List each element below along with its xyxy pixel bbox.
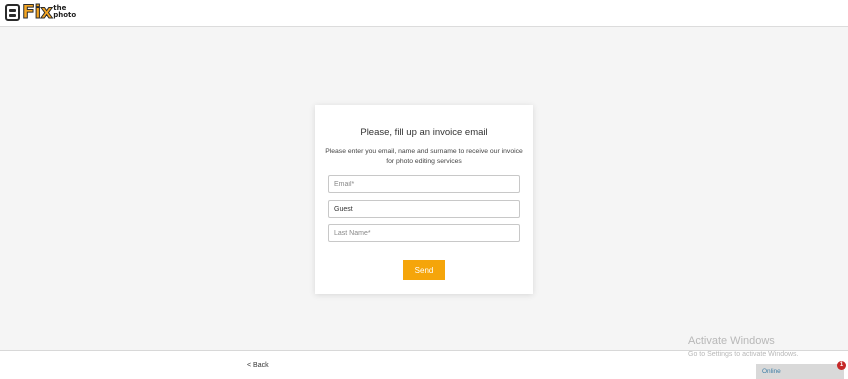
logo-icon (5, 3, 20, 21)
watermark-subtitle: Go to Settings to activate Windows. (688, 351, 799, 358)
fixthephoto-logo[interactable]: Fix the photo (5, 1, 76, 23)
form-title: Please, fill up an invoice email (360, 127, 488, 138)
notification-badge[interactable]: 1 (837, 361, 846, 370)
top-bar: Fix the photo (0, 0, 848, 27)
last-name-field[interactable] (328, 224, 520, 242)
logo-text: Fix (21, 1, 53, 23)
back-link[interactable]: < Back (247, 362, 269, 369)
email-field[interactable] (328, 175, 520, 193)
logo-tagline-bottom: photo (53, 11, 77, 19)
send-button[interactable]: Send (403, 260, 445, 280)
invoice-email-card: Please, fill up an invoice email Please … (315, 105, 533, 294)
first-name-field[interactable] (328, 200, 520, 218)
activate-windows-watermark: Activate Windows Go to Settings to activ… (688, 335, 799, 360)
chat-status-widget[interactable]: Online (756, 364, 844, 379)
logo-tagline: the photo (53, 5, 76, 19)
chat-status-label: Online (762, 368, 781, 375)
watermark-title: Activate Windows (688, 335, 775, 347)
form-description: Please enter you email, name and surname… (325, 148, 523, 165)
